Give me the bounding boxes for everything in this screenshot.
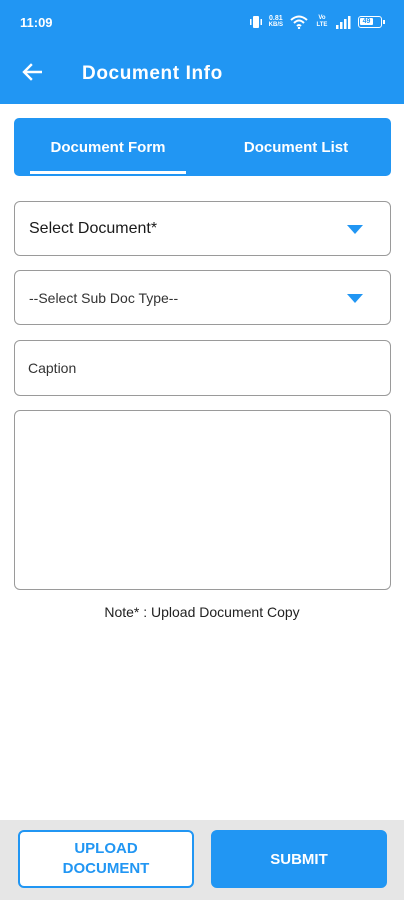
tab-indicator bbox=[30, 171, 186, 174]
bottom-action-bar: UPLOAD DOCUMENT SUBMIT bbox=[0, 820, 404, 900]
tab-document-list-label: Document List bbox=[243, 138, 349, 156]
caption-field-container bbox=[14, 340, 391, 396]
upload-document-button[interactable]: UPLOAD DOCUMENT bbox=[18, 830, 194, 888]
volte-icon: Vo LTE bbox=[316, 15, 328, 28]
dropdown-arrow-icon bbox=[347, 293, 363, 303]
battery-icon: 49 bbox=[358, 16, 385, 28]
network-speed-unit: KB/S bbox=[268, 22, 283, 28]
network-speed: 0.81 KB/S bbox=[269, 15, 283, 29]
wifi-icon bbox=[290, 15, 308, 29]
select-sub-doc-type-value: --Select Sub Doc Type-- bbox=[29, 289, 179, 306]
caption-input[interactable] bbox=[15, 341, 390, 395]
select-document-dropdown[interactable]: Select Document* bbox=[14, 201, 391, 256]
network-speed-value: 0.81 bbox=[269, 15, 283, 22]
dropdown-arrow-icon bbox=[347, 224, 363, 234]
select-document-value: Select Document* bbox=[29, 219, 158, 237]
vibrate-icon bbox=[249, 15, 262, 29]
tab-document-list[interactable]: Document List bbox=[202, 118, 390, 176]
back-button[interactable] bbox=[18, 60, 46, 88]
tab-document-form-label: Document Form bbox=[50, 138, 166, 156]
status-time: 11:09 bbox=[20, 15, 53, 30]
page-title: Document Info bbox=[82, 63, 223, 84]
arrow-back-icon bbox=[22, 62, 43, 86]
tab-document-form[interactable]: Document Form bbox=[14, 118, 202, 176]
tab-bar: Document Form Document List bbox=[14, 118, 391, 176]
app-bar: 11:09 0.81 KB/S Vo LTE 49 Document Info bbox=[0, 0, 404, 104]
document-preview-area bbox=[14, 410, 391, 590]
status-icons: 0.81 KB/S Vo LTE 49 bbox=[249, 14, 385, 30]
submit-button[interactable]: SUBMIT bbox=[211, 830, 387, 888]
signal-icon bbox=[336, 15, 351, 29]
status-bar: 11:09 0.81 KB/S Vo LTE 49 bbox=[0, 0, 404, 44]
select-sub-doc-type-dropdown[interactable]: --Select Sub Doc Type-- bbox=[14, 270, 391, 325]
battery-level: 49 bbox=[360, 18, 373, 25]
upload-note: Note* : Upload Document Copy bbox=[104, 604, 300, 620]
